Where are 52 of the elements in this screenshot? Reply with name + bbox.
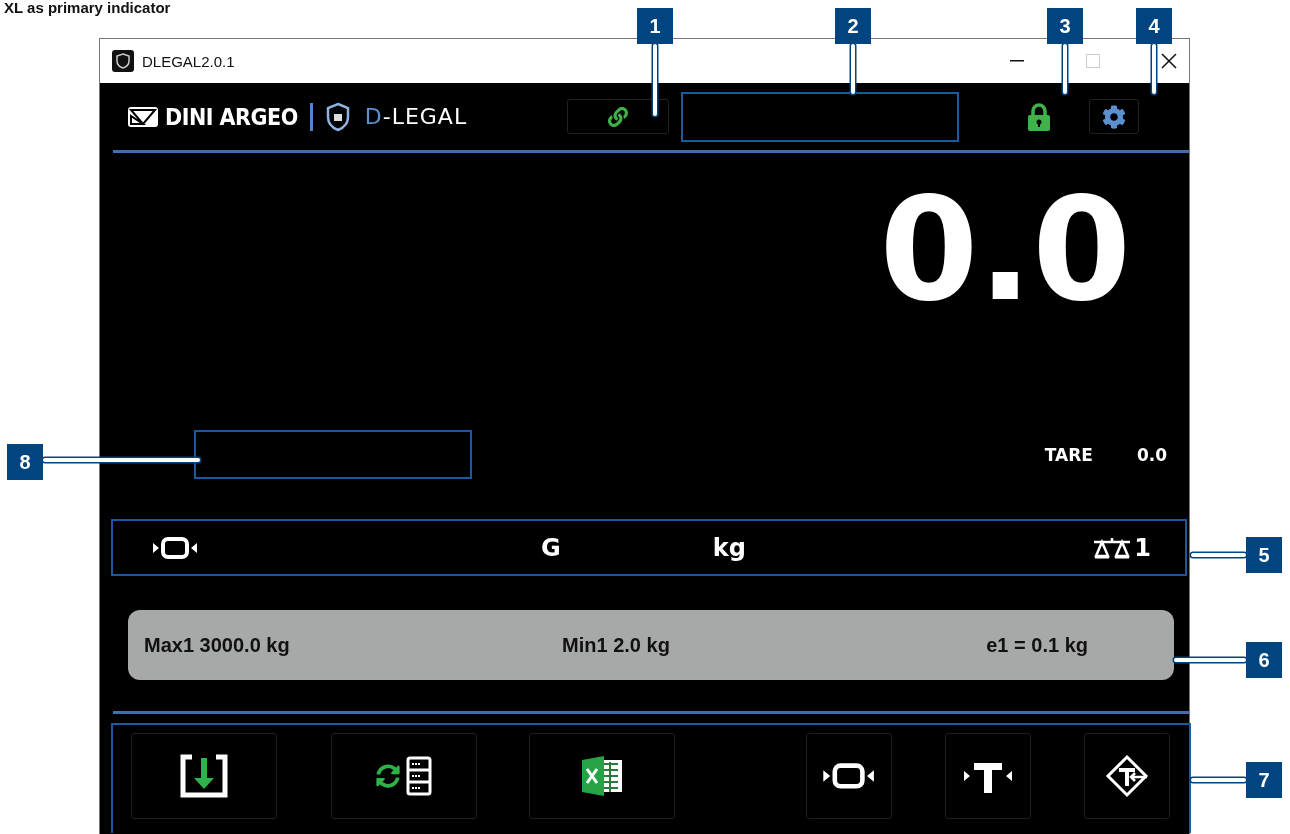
zero-icon <box>151 534 199 561</box>
callout-number: 2 <box>835 8 871 44</box>
leader-line <box>1063 44 1067 94</box>
capacity-text: e1 = 0.1 kg <box>986 633 1088 657</box>
callout-number: 4 <box>1136 8 1172 44</box>
unit-label: kg <box>712 533 746 562</box>
product-name: D-LEGAL <box>364 104 468 129</box>
caption-text: XL as primary indicator <box>4 0 171 16</box>
maximize-icon <box>1086 54 1100 68</box>
app-icon <box>112 50 134 72</box>
download-icon <box>180 754 228 798</box>
callout-number: 7 <box>1246 762 1282 798</box>
callout-number: 1 <box>637 8 673 44</box>
sync-button[interactable] <box>331 733 477 819</box>
brand-name: DINI ARGEO <box>165 103 298 130</box>
callout-number: 6 <box>1246 642 1282 678</box>
callout-number: 8 <box>7 444 43 480</box>
minimize-icon <box>1010 60 1024 62</box>
callout-number: 3 <box>1047 8 1083 44</box>
tare-value: 0.0 <box>1136 444 1167 465</box>
gross-indicator: G <box>541 533 561 562</box>
scale-number: 1 <box>1134 533 1151 562</box>
zero-icon <box>821 761 877 791</box>
leader-line <box>1191 553 1246 557</box>
preset-tare-icon <box>1105 754 1149 798</box>
settings-button[interactable] <box>1089 99 1140 134</box>
lock-icon <box>1027 102 1052 131</box>
spreadsheet-icon <box>580 754 624 798</box>
close-icon <box>1161 53 1177 69</box>
sync-server-icon <box>376 756 432 796</box>
scale-icon <box>1092 535 1133 560</box>
settings-icon <box>1102 104 1127 129</box>
brand-logo-icon <box>127 105 159 128</box>
tare-label: TARE <box>1044 444 1093 465</box>
weight-display: 0.0 <box>879 179 1131 321</box>
connection-button[interactable] <box>567 99 670 134</box>
shield-icon <box>324 101 351 132</box>
leader-line <box>1152 44 1156 94</box>
capacity-text: Min1 2.0 kg <box>562 633 670 657</box>
link-icon <box>608 106 629 127</box>
callout-number: 5 <box>1246 537 1282 573</box>
excel-button[interactable] <box>529 733 675 819</box>
zero-button[interactable] <box>806 733 892 819</box>
leader-line <box>1174 658 1246 662</box>
window-title: DLEGAL2.0.1 <box>142 52 236 70</box>
leader-line <box>851 44 855 94</box>
download-button[interactable] <box>131 733 277 819</box>
leader-line <box>653 44 657 116</box>
capacity-text: Max1 3000.0 kg <box>144 633 290 657</box>
preset-tare-button[interactable] <box>1084 733 1170 819</box>
tare-button[interactable] <box>945 733 1031 819</box>
leader-line <box>1191 778 1246 782</box>
